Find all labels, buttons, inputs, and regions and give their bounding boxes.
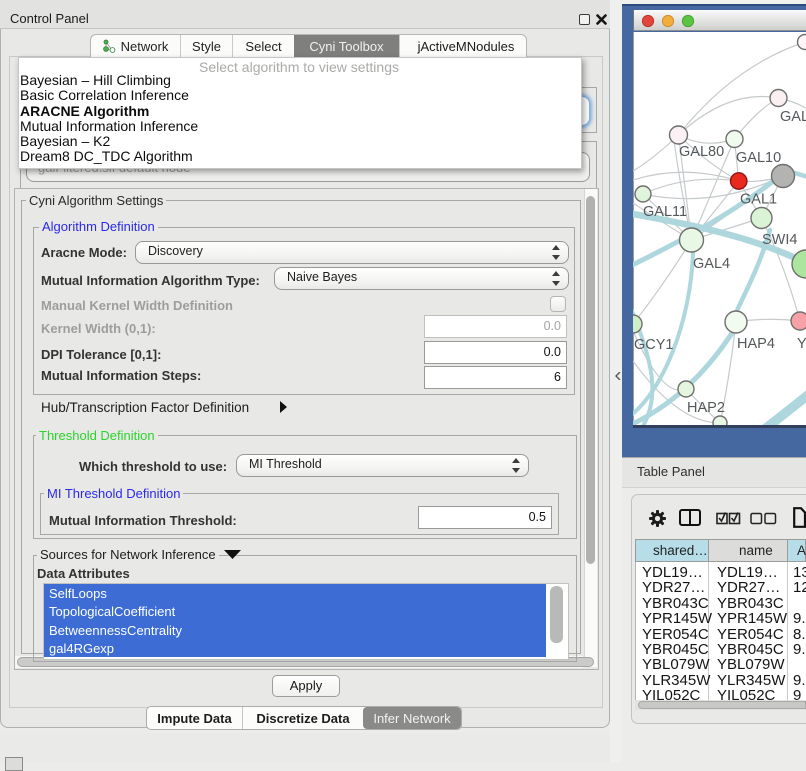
- svg-text:HAP2: HAP2: [687, 400, 725, 416]
- svg-text:GAL10: GAL10: [736, 150, 781, 166]
- svg-text:GAL11: GAL11: [643, 204, 687, 220]
- svg-text:GCY1: GCY1: [634, 337, 674, 353]
- svg-text:GAL1: GAL1: [740, 192, 777, 208]
- svg-text:GAL2: GAL2: [780, 109, 806, 125]
- svg-text:SWI4: SWI4: [762, 232, 797, 248]
- svg-text:GAL4: GAL4: [693, 256, 730, 272]
- svg-text:GAL80: GAL80: [679, 144, 724, 160]
- svg-text:Y: Y: [797, 336, 806, 352]
- svg-text:HAP4: HAP4: [737, 336, 775, 352]
